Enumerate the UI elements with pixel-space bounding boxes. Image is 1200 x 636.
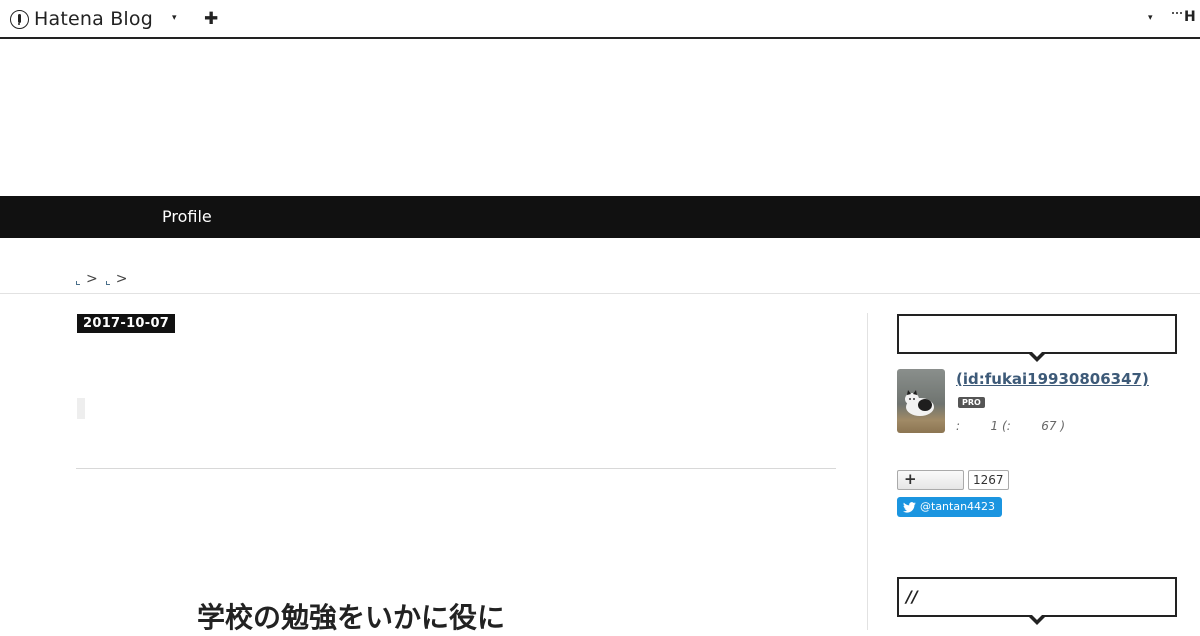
global-header: Hatena Blog ▾ ✚ ▾ H — [0, 0, 1200, 39]
nav-link-profile[interactable]: Profile — [162, 207, 212, 226]
hatena-blog-logo[interactable]: Hatena Blog — [10, 7, 153, 31]
article-heading: 学校の勉強をいかに役に — [197, 601, 506, 634]
article-date[interactable]: 2017-10-07 — [77, 314, 176, 333]
cat-photo-icon — [905, 390, 934, 416]
bookmark-plus-icon: + — [904, 470, 917, 488]
heading-notch — [1027, 613, 1047, 625]
twitter-follow-button[interactable]: @tantan4423 — [897, 497, 1003, 517]
pro-badge: PRO — [958, 397, 985, 408]
breadcrumb-link-category[interactable] — [105, 281, 110, 285]
add-post-icon[interactable]: ✚ — [204, 9, 218, 29]
breadcrumb-divider — [0, 293, 1200, 294]
article-divider — [76, 468, 836, 469]
bookmark-count[interactable]: 1267 — [968, 470, 1009, 490]
column-separator — [867, 313, 868, 630]
sidebar-section-title: // — [906, 587, 918, 606]
sidebar-section-heading: // — [897, 577, 1177, 625]
twitter-handle: @tantan4423 — [920, 500, 996, 513]
profile-avatar[interactable] — [897, 369, 945, 433]
blog-nav-bar: Profile — [0, 196, 1200, 238]
hatena-logo-icon — [10, 9, 29, 29]
hatena-bookmark-button[interactable]: + — [897, 470, 964, 490]
twitter-bird-icon — [903, 501, 916, 513]
hatena-user-link[interactable]: H — [1172, 9, 1196, 25]
breadcrumb-separator: > — [86, 271, 98, 287]
breadcrumb-separator: > — [115, 271, 128, 287]
hatena-mini-text: H — [1184, 9, 1196, 25]
heading-notch — [1027, 350, 1047, 362]
sidebar-profile-heading — [897, 314, 1177, 362]
article-title-placeholder — [77, 398, 85, 419]
breadcrumb: > > — [76, 271, 135, 287]
logo-text: Hatena Blog — [34, 8, 153, 30]
breadcrumb-link-home[interactable] — [76, 281, 80, 285]
profile-name-link[interactable]: (id:fukai19930806347) — [956, 370, 1149, 388]
hatena-mini-icon — [1172, 12, 1182, 22]
user-menu-caret-icon[interactable]: ▾ — [1148, 13, 1153, 23]
menu-caret-icon[interactable]: ▾ — [172, 13, 177, 23]
profile-stats: : 1 (: 67 ) — [956, 419, 1066, 433]
